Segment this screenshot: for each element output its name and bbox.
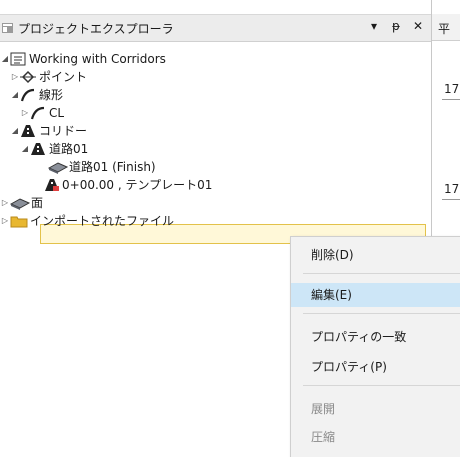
tree-item-label: Working with Corridors bbox=[29, 52, 166, 66]
tree-item-label: 道路01 bbox=[49, 142, 89, 156]
drawing-icon bbox=[10, 52, 26, 66]
panel-titlebar: プロジェクトエクスプローラ ▾ ᵽ ✕ bbox=[0, 14, 431, 42]
menu-item-label: 圧縮 bbox=[311, 430, 336, 444]
menu-separator bbox=[303, 385, 460, 386]
menu-item-collapse[interactable]: 圧縮 bbox=[291, 425, 460, 449]
divider-line bbox=[442, 199, 460, 200]
tree-item-label: 面 bbox=[31, 196, 44, 210]
menu-item-expand[interactable]: 展開 bbox=[291, 397, 460, 421]
menu-item-delete[interactable]: 削除(D) bbox=[291, 243, 460, 267]
context-menu: 削除(D) 編集(E) プロパティの一致 プロパティ(P) 展開 圧縮 bbox=[290, 236, 460, 457]
panel-title: プロジェクトエクスプローラ bbox=[18, 22, 174, 36]
tree-item-label: 線形 bbox=[39, 88, 64, 102]
menu-item-label: プロパティ(P) bbox=[311, 360, 387, 374]
menu-item-edit[interactable]: 編集(E) bbox=[291, 283, 460, 307]
tree-item-label: CL bbox=[49, 106, 65, 120]
document-tab-label: 平 bbox=[438, 22, 451, 36]
surface-icon bbox=[10, 198, 30, 210]
document-tab[interactable]: 平 bbox=[432, 14, 460, 41]
divider-line bbox=[442, 99, 460, 100]
tree-item-label: インポートされたファイル bbox=[30, 214, 175, 228]
expand-toggle-icon[interactable]: ▷ bbox=[20, 104, 30, 122]
menu-item-label: 編集(E) bbox=[311, 288, 352, 302]
explorer-pane-icon bbox=[2, 23, 13, 33]
collapse-toggle-icon[interactable]: ◢ bbox=[0, 50, 10, 68]
menu-item-properties[interactable]: プロパティ(P) bbox=[291, 355, 460, 379]
point-icon bbox=[20, 70, 36, 84]
tree-item-label: 0+00.00 , テンプレート01 bbox=[62, 178, 213, 192]
folder-icon bbox=[10, 216, 28, 228]
menu-separator bbox=[303, 313, 460, 314]
expand-toggle-icon[interactable]: ▷ bbox=[0, 194, 10, 212]
collapse-toggle-icon[interactable]: ◢ bbox=[20, 140, 30, 158]
expand-toggle-icon[interactable]: ▷ bbox=[0, 212, 10, 230]
close-icon[interactable]: ✕ bbox=[410, 19, 426, 33]
menu-separator bbox=[303, 273, 460, 274]
right-value: 17 bbox=[444, 82, 460, 96]
menu-item-label: 展開 bbox=[311, 402, 336, 416]
collapse-toggle-icon[interactable]: ◢ bbox=[10, 86, 20, 104]
panel-menu-dropdown-icon[interactable]: ▾ bbox=[366, 19, 382, 33]
menu-item-match-properties[interactable]: プロパティの一致 bbox=[291, 325, 460, 349]
surface-icon bbox=[48, 162, 68, 174]
tree-item-label: 道路01 (Finish) bbox=[69, 160, 156, 174]
tree-item-label: コリドー bbox=[39, 124, 88, 138]
tree-item-label: ポイント bbox=[39, 70, 88, 84]
expand-toggle-icon[interactable]: ▷ bbox=[10, 68, 20, 86]
corridor-icon bbox=[31, 143, 45, 155]
corridor-icon bbox=[21, 125, 35, 137]
collapse-toggle-icon[interactable]: ◢ bbox=[10, 122, 20, 140]
right-value: 17 bbox=[444, 182, 460, 196]
pin-icon[interactable]: ᵽ bbox=[388, 19, 404, 33]
alignment-icon bbox=[30, 106, 45, 120]
corridor-template-icon bbox=[45, 179, 59, 191]
menu-item-label: 削除(D) bbox=[311, 248, 354, 262]
menu-item-label: プロパティの一致 bbox=[311, 330, 407, 344]
alignment-icon bbox=[20, 88, 35, 102]
